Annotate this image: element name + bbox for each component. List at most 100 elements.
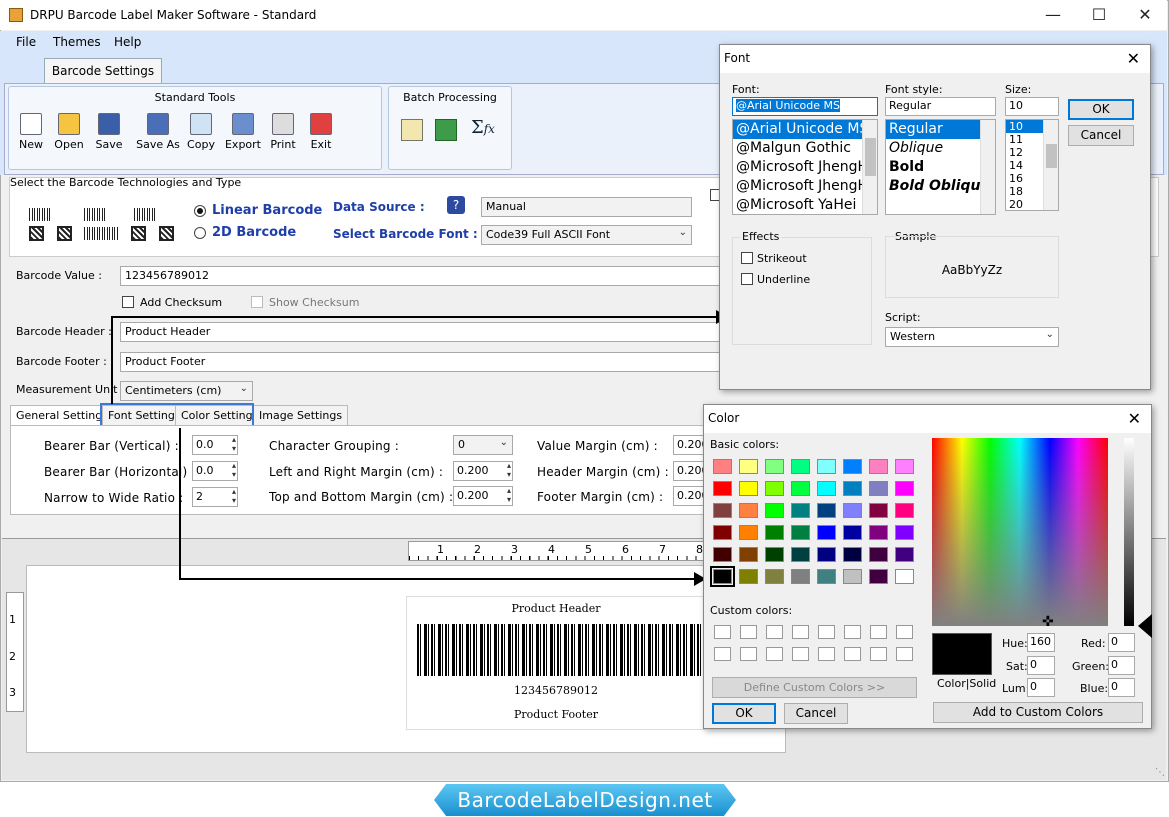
basic-color-swatch[interactable] <box>817 503 836 518</box>
save-button[interactable]: Save <box>87 113 131 163</box>
font-list[interactable]: @Arial Unicode MS @Malgun Gothic @Micros… <box>732 119 878 215</box>
export-button[interactable]: Export <box>221 113 265 163</box>
custom-color-swatch[interactable] <box>714 625 731 639</box>
basic-color-swatch[interactable] <box>843 481 862 496</box>
maximize-icon[interactable]: ☐ <box>1076 4 1122 26</box>
basic-color-swatch[interactable] <box>817 459 836 474</box>
basic-color-swatch[interactable] <box>895 481 914 496</box>
close-icon[interactable]: ✕ <box>1122 4 1168 26</box>
list-item[interactable]: @Malgun Gothic <box>733 139 877 158</box>
basic-color-swatch[interactable] <box>739 481 758 496</box>
custom-color-swatch[interactable] <box>818 625 835 639</box>
list-item[interactable]: @Microsoft YaHei <box>733 196 877 214</box>
basic-color-swatch[interactable] <box>713 525 732 540</box>
basic-color-swatch[interactable] <box>739 569 758 584</box>
basic-color-swatch[interactable] <box>710 566 735 587</box>
luminance-slider[interactable] <box>1124 438 1134 626</box>
tab-general-settings[interactable]: General Settings <box>10 405 114 426</box>
barcode-preview[interactable]: Product Header 123456789012 Product Foot… <box>406 596 706 730</box>
basic-color-swatch[interactable] <box>791 525 810 540</box>
script-select[interactable]: Western ⌄ <box>885 327 1059 347</box>
character-grouping-select[interactable]: 0 ⌄ <box>453 435 513 455</box>
basic-color-swatch[interactable] <box>713 481 732 496</box>
list-item[interactable]: @Microsoft JhengHei <box>733 177 877 196</box>
show-checksum-checkbox[interactable] <box>251 296 263 308</box>
measurement-unit-select[interactable]: Centimeters (cm) ⌄ <box>120 381 253 401</box>
font-style-list[interactable]: Regular Oblique Bold Bold Oblique <box>885 119 996 215</box>
basic-color-swatch[interactable] <box>817 569 836 584</box>
custom-color-swatch[interactable] <box>844 625 861 639</box>
basic-color-swatch[interactable] <box>843 525 862 540</box>
list-item[interactable]: Regular <box>886 120 995 139</box>
basic-color-swatch[interactable] <box>791 459 810 474</box>
menu-help[interactable]: Help <box>114 35 141 49</box>
tab-barcode-settings[interactable]: Barcode Settings <box>44 58 162 84</box>
close-icon[interactable]: ✕ <box>1127 49 1140 68</box>
color-ok-button[interactable]: OK <box>712 703 776 724</box>
basic-color-swatch[interactable] <box>739 459 758 474</box>
basic-color-swatch[interactable] <box>817 525 836 540</box>
basic-color-swatch[interactable] <box>713 547 732 562</box>
bearer-vertical-spinner[interactable]: 0.0 <box>192 435 238 455</box>
font-style-input[interactable]: Regular <box>885 97 996 116</box>
custom-color-swatch[interactable] <box>844 647 861 661</box>
size-list[interactable]: 10 11 12 14 16 18 20 <box>1005 119 1059 211</box>
batch-edit-icon[interactable] <box>401 119 423 141</box>
basic-color-swatch[interactable] <box>739 547 758 562</box>
exit-button[interactable]: Exit <box>299 113 343 163</box>
basic-color-swatch[interactable] <box>765 459 784 474</box>
custom-color-swatch[interactable] <box>870 647 887 661</box>
sat-input[interactable]: 0 <box>1027 656 1055 675</box>
custom-color-swatch[interactable] <box>766 625 783 639</box>
list-item[interactable]: Bold <box>886 158 995 177</box>
list-item[interactable]: @Arial Unicode MS <box>733 120 877 139</box>
close-icon[interactable]: ✕ <box>1128 409 1141 428</box>
basic-color-swatch[interactable] <box>765 547 784 562</box>
red-input[interactable]: 0 <box>1108 633 1135 652</box>
barcode-font-select[interactable]: Code39 Full ASCII Font ⌄ <box>481 225 692 245</box>
basic-color-swatch[interactable] <box>869 547 888 562</box>
font-ok-button[interactable]: OK <box>1068 99 1134 120</box>
basic-color-swatch[interactable] <box>713 503 732 518</box>
lr-margin-spinner[interactable]: 0.200 <box>453 461 513 481</box>
underline-checkbox[interactable] <box>741 273 753 285</box>
basic-color-swatch[interactable] <box>765 503 784 518</box>
help-icon[interactable]: ? <box>447 196 465 214</box>
basic-color-swatch[interactable] <box>843 547 862 562</box>
barcode-value-input[interactable]: 123456789012 <box>120 266 730 286</box>
scrollbar[interactable] <box>1043 120 1058 210</box>
basic-color-swatch[interactable] <box>869 569 888 584</box>
custom-color-swatch[interactable] <box>740 625 757 639</box>
tab-image-settings[interactable]: Image Settings <box>253 405 349 426</box>
basic-color-swatch[interactable] <box>895 547 914 562</box>
save-as-button[interactable]: Save As <box>135 113 181 163</box>
open-button[interactable]: Open <box>47 113 91 163</box>
strikeout-checkbox[interactable] <box>741 252 753 264</box>
custom-color-swatch[interactable] <box>896 625 913 639</box>
basic-color-swatch[interactable] <box>843 503 862 518</box>
luminance-arrow-icon[interactable] <box>1138 614 1152 638</box>
menu-file[interactable]: File <box>16 35 36 49</box>
size-input[interactable]: 10 <box>1005 97 1059 116</box>
define-custom-colors-button[interactable]: Define Custom Colors >> <box>712 677 917 698</box>
basic-color-swatch[interactable] <box>843 569 862 584</box>
menu-themes[interactable]: Themes <box>53 35 101 49</box>
basic-color-swatch[interactable] <box>791 503 810 518</box>
custom-color-swatch[interactable] <box>870 625 887 639</box>
basic-color-swatch[interactable] <box>869 481 888 496</box>
basic-color-swatch[interactable] <box>713 459 732 474</box>
hue-input[interactable]: 160 <box>1027 633 1055 652</box>
custom-color-swatch[interactable] <box>896 647 913 661</box>
basic-color-swatch[interactable] <box>739 525 758 540</box>
narrow-wide-spinner[interactable]: 2 <box>192 487 238 507</box>
list-item[interactable]: @Microsoft JhengHei <box>733 158 877 177</box>
basic-color-swatch[interactable] <box>765 525 784 540</box>
barcode-header-input[interactable]: Product Header <box>120 322 730 342</box>
basic-color-swatch[interactable] <box>765 481 784 496</box>
custom-color-swatch[interactable] <box>818 647 835 661</box>
excel-icon[interactable] <box>435 119 457 141</box>
color-cancel-button[interactable]: Cancel <box>784 703 848 724</box>
custom-color-swatch[interactable] <box>740 647 757 661</box>
basic-color-swatch[interactable] <box>895 503 914 518</box>
font-cancel-button[interactable]: Cancel <box>1068 125 1134 146</box>
